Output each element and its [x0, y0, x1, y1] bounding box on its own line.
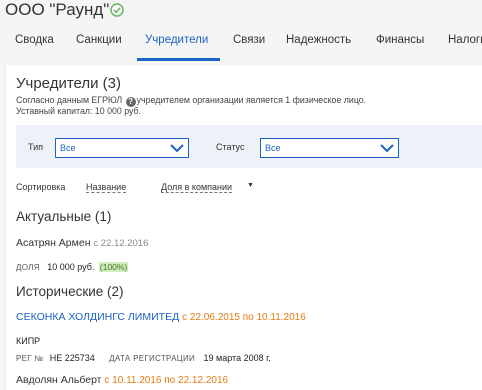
sort-label: Сортировка: [16, 182, 66, 192]
tab-finances[interactable]: Финансы: [376, 34, 424, 46]
founder-name: Асатрян Армен: [16, 237, 91, 249]
status-select[interactable]: Все: [260, 138, 399, 158]
historical-person-name: Авдолян Альберт: [16, 374, 102, 386]
tab-taxes[interactable]: Налоги: [448, 34, 482, 46]
founders-panel: Учредители (3) Согласно данным ЕГРЮЛ ? уч…: [5, 66, 482, 390]
tab-sanctions[interactable]: Санкции: [76, 34, 122, 46]
section-title: Учредители (3): [16, 75, 122, 92]
historical-person-dates: с 10.11.2016 по 22.12.2016: [104, 375, 229, 386]
sort-by-share-link[interactable]: Доля в компании: [161, 182, 233, 193]
capital-info: Уставный капитал: 10 000 руб.: [16, 106, 142, 116]
regdate-label: ДАТА РЕГИСТРАЦИИ: [109, 354, 196, 363]
active-tab-indicator: [137, 58, 220, 61]
tab-founders[interactable]: Учредители: [145, 34, 208, 46]
share-row: ДОЛЯ 10 000 руб. (100%): [16, 257, 129, 275]
sort-by-name-link[interactable]: Название: [86, 182, 127, 193]
filter-bar: Тип Все Статус Все: [16, 125, 482, 168]
share-label: ДОЛЯ: [16, 263, 40, 272]
tab-summary[interactable]: Сводка: [15, 34, 54, 46]
tab-bar: Сводка Санкции Учредители Связи Надежнос…: [0, 28, 482, 62]
org-country: КИПР: [16, 331, 40, 349]
status-filter-label: Статус: [216, 142, 245, 152]
caret-down-icon[interactable]: ▼: [247, 182, 254, 189]
tab-reliability[interactable]: Надежность: [286, 34, 351, 46]
reg-row: РЕГ № НЕ 225734 ДАТА РЕГИСТРАЦИИ 19 март…: [16, 348, 271, 366]
verified-check-icon: [110, 3, 124, 17]
type-select-value: Все: [60, 143, 76, 153]
founder-entry: Асатрян Армен с 22.12.2016: [16, 237, 148, 249]
reg-value: НЕ 225734: [49, 353, 95, 363]
current-founders-title: Актуальные (1): [16, 209, 112, 224]
company-header: ООО "Раунд" Сводка Санкции Учредители Св…: [0, 0, 482, 62]
historical-org-link[interactable]: СЕКОНКА ХОЛДИНГС ЛИМИТЕД: [16, 311, 179, 323]
historical-org-entry: СЕКОНКА ХОЛДИНГС ЛИМИТЕД с 22.06.2015 по…: [16, 311, 306, 323]
chevron-down-icon: [380, 144, 394, 153]
status-select-value: Все: [265, 143, 281, 153]
historical-person-entry: Авдолян Альберт с 10.11.2016 по 22.12.20…: [16, 374, 228, 386]
info-text-before: Согласно данным ЕГРЮЛ: [16, 95, 123, 105]
share-percent-badge: (100%): [98, 262, 129, 272]
historical-founders-title: Исторические (2): [16, 284, 124, 299]
info-text-after: учредителем организации является 1 физич…: [136, 95, 367, 105]
type-select[interactable]: Все: [55, 138, 189, 158]
country-value: КИПР: [16, 336, 41, 346]
share-value: 10 000 руб.: [47, 262, 95, 272]
reg-label: РЕГ №: [16, 354, 44, 363]
chevron-down-icon: [170, 144, 184, 153]
tab-connections[interactable]: Связи: [233, 34, 265, 46]
company-title: ООО "Раунд": [5, 0, 110, 19]
regdate-value: 19 марта 2008 г.: [203, 353, 271, 363]
founder-since: с 22.12.2016: [93, 238, 149, 249]
type-filter-label: Тип: [28, 142, 44, 152]
historical-org-dates: с 22.06.2015 по 10.11.2016: [182, 312, 306, 323]
